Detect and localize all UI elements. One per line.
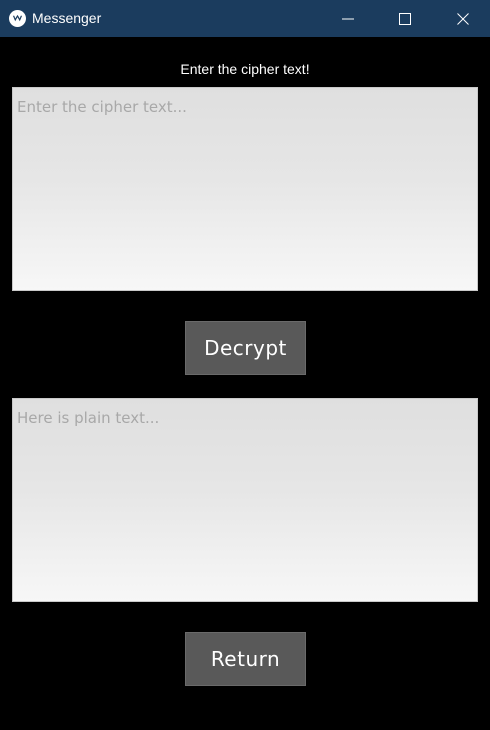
close-icon — [457, 12, 469, 25]
maximize-button[interactable] — [382, 0, 428, 37]
cipher-text-input[interactable] — [12, 87, 478, 291]
minimize-icon — [342, 18, 354, 19]
kivy-logo-icon — [9, 10, 26, 27]
cipher-prompt-label: Enter the cipher text! — [180, 61, 310, 77]
minimize-button[interactable] — [325, 0, 371, 37]
window-title: Messenger — [32, 10, 102, 26]
plain-text-output[interactable] — [12, 398, 478, 602]
close-button[interactable] — [440, 0, 486, 37]
messenger-window: Messenger Enter the cipher text! Decrypt… — [0, 0, 490, 730]
maximize-icon — [399, 12, 411, 25]
return-button[interactable]: Return — [185, 632, 306, 686]
title-bar[interactable]: Messenger — [0, 0, 490, 37]
decrypt-button[interactable]: Decrypt — [185, 321, 306, 375]
